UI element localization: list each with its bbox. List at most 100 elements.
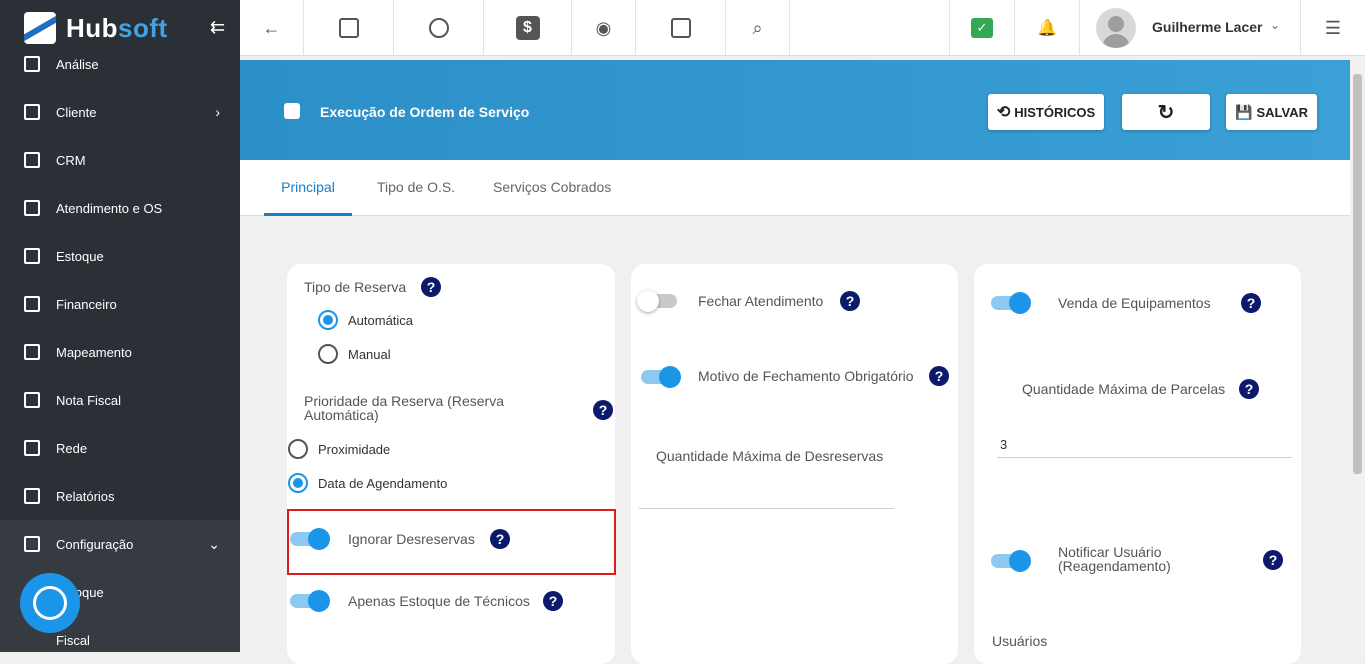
apenas-label: Apenas Estoque de Técnicos — [348, 593, 530, 609]
sidebar-item-label: Análise — [56, 56, 99, 72]
terminal-button[interactable] — [636, 0, 726, 56]
help-icon[interactable]: ? — [593, 400, 613, 420]
eye-icon: ◉ — [595, 17, 612, 38]
qtd-desreservas-input[interactable] — [639, 508, 894, 509]
tipo-reserva-label: Tipo de Reserva — [304, 279, 407, 295]
help-icon[interactable]: ? — [929, 366, 949, 386]
scrollbar[interactable] — [1350, 60, 1365, 652]
motivo-label: Motivo de Fechamento Obrigatório — [698, 368, 914, 384]
calendar-clock-icon — [428, 18, 449, 38]
top-bar: ← $ ◉ ⌕ ✓ 🔔 Guilherme Lacer ⌄ ☰ — [240, 0, 1365, 56]
sidebar-item-configuracao[interactable]: Configuração ⌄ — [0, 520, 240, 568]
avatar[interactable] — [1096, 8, 1136, 48]
chevron-right-icon: › — [215, 104, 220, 120]
sidebar-item-cliente[interactable]: Cliente › — [0, 88, 240, 136]
toggle-notificar-usuario[interactable] — [991, 550, 1031, 572]
sidebar-item-relatorios[interactable]: Relatórios — [0, 472, 240, 520]
qtd-parcelas-underline — [997, 457, 1292, 458]
scrollbar-thumb[interactable] — [1353, 74, 1362, 474]
qtd-parcelas-label: Quantidade Máxima de Parcelas — [1022, 381, 1226, 397]
history-icon: ⟲ — [996, 104, 1011, 121]
document-icon — [24, 392, 40, 408]
bell-icon: 🔔 — [1037, 20, 1057, 37]
collapse-sidebar-icon[interactable]: ⇇ — [210, 17, 225, 38]
sidebar-item-label: Fiscal — [56, 632, 90, 648]
tab-bar: Principal Tipo de O.S. Serviços Cobrados — [240, 160, 1350, 216]
qtd-parcelas-input[interactable]: 3 — [1000, 437, 1007, 452]
toggle-venda-equipamentos[interactable] — [991, 292, 1031, 314]
user-name[interactable]: Guilherme Lacer — [1152, 19, 1263, 35]
sidebar-item-label: Rede — [56, 440, 88, 456]
calendar-clock-icon — [24, 200, 40, 216]
radio-label: Manual — [348, 347, 391, 362]
save-icon: 💾 — [1235, 103, 1253, 120]
gear-icon — [24, 536, 40, 552]
radio-manual[interactable] — [318, 344, 338, 364]
radio-proximidade[interactable] — [288, 439, 308, 459]
toggle-motivo-fechamento[interactable] — [641, 366, 681, 388]
main-content: Tipo de Reserva ? Automática Manual Prio… — [240, 217, 1350, 664]
sidebar-item-label: CRM — [56, 152, 86, 168]
logo[interactable]: Hubsoft ⇇ — [0, 0, 240, 56]
help-icon[interactable]: ? — [1263, 550, 1283, 570]
venda-label: Venda de Equipamentos — [1058, 295, 1211, 311]
financial-button[interactable]: $ — [484, 0, 572, 56]
chevron-down-icon: ⌄ — [208, 536, 220, 552]
tab-servicos-cobrados[interactable]: Serviços Cobrados — [493, 160, 611, 216]
sidebar-item-atendimento[interactable]: Atendimento e OS — [0, 184, 240, 232]
sidebar-item-financeiro[interactable]: Financeiro — [0, 280, 240, 328]
radio-data-agendamento[interactable] — [288, 473, 308, 493]
chart-icon — [24, 56, 40, 72]
toggle-fechar-atendimento[interactable] — [637, 290, 677, 312]
menu-button[interactable]: ☰ — [1300, 0, 1365, 56]
logo-mark-icon — [24, 12, 56, 44]
tab-principal[interactable]: Principal — [264, 160, 352, 216]
notificar-label: Notificar Usuário (Reagendamento) — [1058, 544, 1171, 574]
client-card-button[interactable] — [304, 0, 394, 56]
settings-icon — [284, 103, 300, 119]
sidebar-item-label: Nota Fiscal — [56, 392, 122, 408]
refresh-button[interactable]: ↻ — [1122, 94, 1210, 130]
sidebar-item-estoque[interactable]: Estoque — [0, 232, 240, 280]
radio-automatica[interactable] — [318, 310, 338, 330]
map-pin-icon — [24, 344, 40, 360]
usuarios-label: Usuários — [992, 633, 1048, 649]
historicos-button[interactable]: ⟲ HISTÓRICOS — [988, 94, 1104, 130]
server-icon — [24, 440, 40, 456]
help-icon[interactable]: ? — [1241, 293, 1261, 313]
chat-bubble-button[interactable] — [20, 573, 80, 633]
fechar-label: Fechar Atendimento — [698, 293, 824, 309]
sidebar-item-nota-fiscal[interactable]: Nota Fiscal — [0, 376, 240, 424]
arrow-left-icon: ← — [262, 17, 281, 38]
prioridade-label: Prioridade da Reserva (Reserva Automátic… — [304, 393, 504, 423]
crm-icon — [24, 152, 40, 168]
sidebar-item-rede[interactable]: Rede — [0, 424, 240, 472]
sidebar: Análise Cliente › CRM Atendimento e OS Es… — [0, 0, 240, 652]
highlight-box — [287, 509, 616, 575]
card-vendas: Venda de Equipamentos ? Quantidade Máxim… — [974, 264, 1301, 664]
help-icon[interactable]: ? — [421, 277, 441, 297]
sidebar-item-label: Configuração — [56, 536, 134, 552]
report-icon — [24, 488, 40, 504]
help-icon[interactable]: ? — [1239, 379, 1259, 399]
toggle-apenas-estoque[interactable] — [290, 590, 330, 612]
schedule-button[interactable] — [394, 0, 484, 56]
sidebar-item-crm[interactable]: CRM — [0, 136, 240, 184]
tab-tipo-os[interactable]: Tipo de O.S. — [377, 160, 455, 216]
search-button[interactable]: ⌕ — [726, 0, 790, 56]
person-icon — [24, 104, 40, 120]
sidebar-item-label: Estoque — [56, 248, 104, 264]
sidebar-item-label: Financeiro — [56, 296, 117, 312]
chevron-down-icon[interactable]: ⌄ — [1270, 18, 1280, 32]
tasks-button[interactable]: ✓ — [949, 0, 1015, 56]
sidebar-item-mapeamento[interactable]: Mapeamento — [0, 328, 240, 376]
page-title: Execução de Ordem de Serviço — [320, 104, 530, 120]
card-atendimento: Fechar Atendimento ? Motivo de Fechament… — [631, 264, 958, 664]
help-icon[interactable]: ? — [840, 291, 860, 311]
sidebar-item-label: Mapeamento — [56, 344, 132, 360]
view-button[interactable]: ◉ — [572, 0, 636, 56]
notifications-button[interactable]: 🔔 — [1015, 0, 1080, 56]
back-button[interactable]: ← — [240, 0, 304, 56]
salvar-button[interactable]: 💾 SALVAR — [1226, 94, 1317, 130]
help-icon[interactable]: ? — [543, 591, 563, 611]
